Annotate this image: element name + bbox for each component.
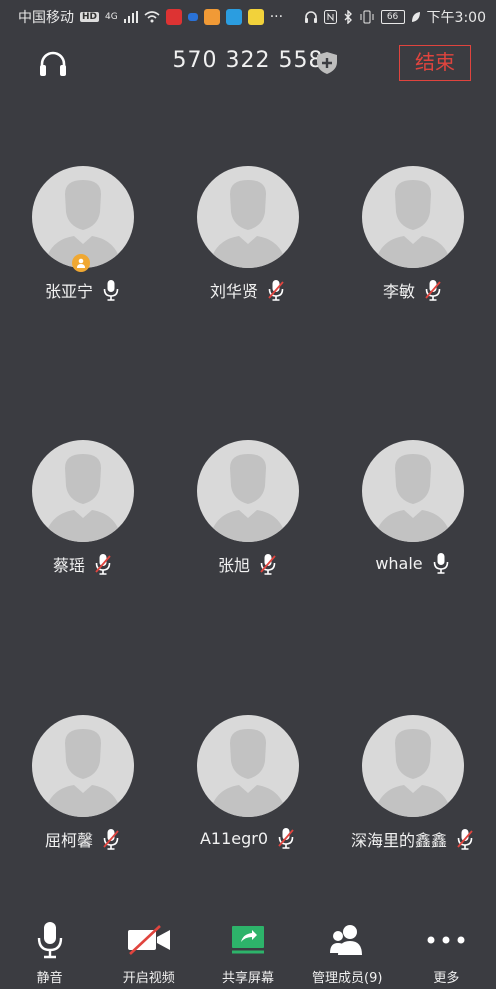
more-notifications: ··· bbox=[269, 9, 284, 25]
participant-name-row: 张亚宁 bbox=[2, 278, 162, 302]
muted-mic-icon bbox=[278, 828, 294, 849]
more-dots-icon bbox=[427, 936, 465, 944]
more-label: 更多 bbox=[433, 971, 460, 986]
participant-tile[interactable]: 蔡瑶 bbox=[2, 440, 162, 580]
participant-name: whale bbox=[375, 553, 423, 573]
clock: 下午3:00 bbox=[426, 10, 486, 26]
muted-mic-icon bbox=[260, 554, 276, 575]
status-bar: 中国移动 HD 4G ··· 66 下午3:00 bbox=[0, 0, 496, 34]
participant-name: 屈柯馨 bbox=[44, 831, 93, 850]
participant-name: 刘华贤 bbox=[209, 282, 258, 301]
headphone-status-icon bbox=[304, 11, 317, 23]
mic-icon bbox=[103, 280, 119, 301]
participant-name: 蔡瑶 bbox=[52, 556, 85, 575]
muted-mic-icon bbox=[103, 829, 119, 850]
mute-label: 静音 bbox=[36, 971, 63, 986]
end-meeting-button[interactable]: 结束 bbox=[399, 45, 471, 81]
video-off-icon bbox=[127, 925, 170, 955]
share-screen-button[interactable]: 共享屏幕 bbox=[198, 915, 297, 989]
participant-tile[interactable]: 李敏 bbox=[332, 166, 492, 306]
app-icon-red bbox=[165, 9, 182, 25]
avatar bbox=[362, 440, 464, 542]
app-icon-orange bbox=[203, 9, 220, 25]
participant-name-row: 刘华贤 bbox=[167, 278, 327, 302]
avatar bbox=[197, 166, 299, 268]
participant-name-row: whale bbox=[332, 552, 492, 574]
meeting-header: 570 322 558 结束 bbox=[0, 34, 496, 94]
avatar bbox=[197, 440, 299, 542]
participant-name-row: 屈柯馨 bbox=[2, 827, 162, 851]
avatar bbox=[32, 440, 134, 542]
app-icon-blue bbox=[187, 13, 198, 21]
network-label: 4G bbox=[105, 12, 118, 22]
avatar bbox=[362, 166, 464, 268]
nfc-icon bbox=[323, 10, 337, 24]
manage-members-label: 管理成员(9) bbox=[312, 971, 383, 986]
leaf-icon bbox=[411, 12, 420, 22]
participant-name: A11egr0 bbox=[199, 828, 269, 848]
mic-icon bbox=[433, 553, 448, 574]
wifi-icon bbox=[144, 11, 160, 23]
signal-icon bbox=[123, 11, 138, 23]
avatar bbox=[197, 715, 299, 817]
bluetooth-icon bbox=[344, 10, 352, 24]
share-screen-icon bbox=[232, 926, 264, 954]
avatar bbox=[32, 715, 134, 817]
participant-tile[interactable]: 深海里的鑫鑫 bbox=[332, 715, 492, 855]
mute-button[interactable]: 静音 bbox=[0, 915, 99, 989]
more-button[interactable]: 更多 bbox=[397, 915, 496, 989]
participant-name-row: 深海里的鑫鑫 bbox=[332, 827, 492, 851]
bottom-toolbar: 静音 开启视频 共享屏幕 管理成员(9) 更多 bbox=[0, 915, 496, 989]
members-icon bbox=[330, 925, 363, 955]
carrier-label: 中国移动 bbox=[18, 10, 74, 26]
participant-tile[interactable]: A11egr0 bbox=[167, 715, 327, 855]
shield-icon[interactable] bbox=[316, 51, 338, 75]
avatar bbox=[32, 166, 134, 268]
participant-name: 李敏 bbox=[382, 282, 415, 301]
muted-mic-icon bbox=[425, 280, 441, 301]
start-video-label: 开启视频 bbox=[122, 971, 175, 986]
participant-tile[interactable]: 张亚宁 bbox=[2, 166, 162, 306]
muted-mic-icon bbox=[268, 280, 284, 301]
participant-name: 张亚宁 bbox=[44, 282, 93, 301]
participant-tile[interactable]: 屈柯馨 bbox=[2, 715, 162, 855]
hd-badge: HD bbox=[80, 12, 100, 22]
manage-members-button[interactable]: 管理成员(9) bbox=[298, 915, 397, 989]
host-badge-icon bbox=[72, 254, 90, 272]
participant-name: 张旭 bbox=[217, 556, 250, 575]
battery-indicator: 66 bbox=[380, 10, 405, 24]
telegram-icon bbox=[225, 9, 242, 25]
participant-tile[interactable]: whale bbox=[332, 440, 492, 580]
participant-name: 深海里的鑫鑫 bbox=[350, 831, 447, 850]
participant-name-row: 李敏 bbox=[332, 278, 492, 302]
muted-mic-icon bbox=[457, 829, 473, 850]
microphone-icon bbox=[37, 922, 62, 959]
vibrate-icon bbox=[360, 10, 374, 24]
muted-mic-icon bbox=[95, 554, 111, 575]
participant-name-row: A11egr0 bbox=[167, 827, 327, 849]
avatar bbox=[362, 715, 464, 817]
start-video-button[interactable]: 开启视频 bbox=[99, 915, 198, 989]
participant-name-row: 张旭 bbox=[167, 552, 327, 576]
participant-tile[interactable]: 张旭 bbox=[167, 440, 327, 580]
app-icon-yellow bbox=[247, 9, 264, 25]
participant-name-row: 蔡瑶 bbox=[2, 552, 162, 576]
share-screen-label: 共享屏幕 bbox=[222, 971, 275, 986]
participant-tile[interactable]: 刘华贤 bbox=[167, 166, 327, 306]
